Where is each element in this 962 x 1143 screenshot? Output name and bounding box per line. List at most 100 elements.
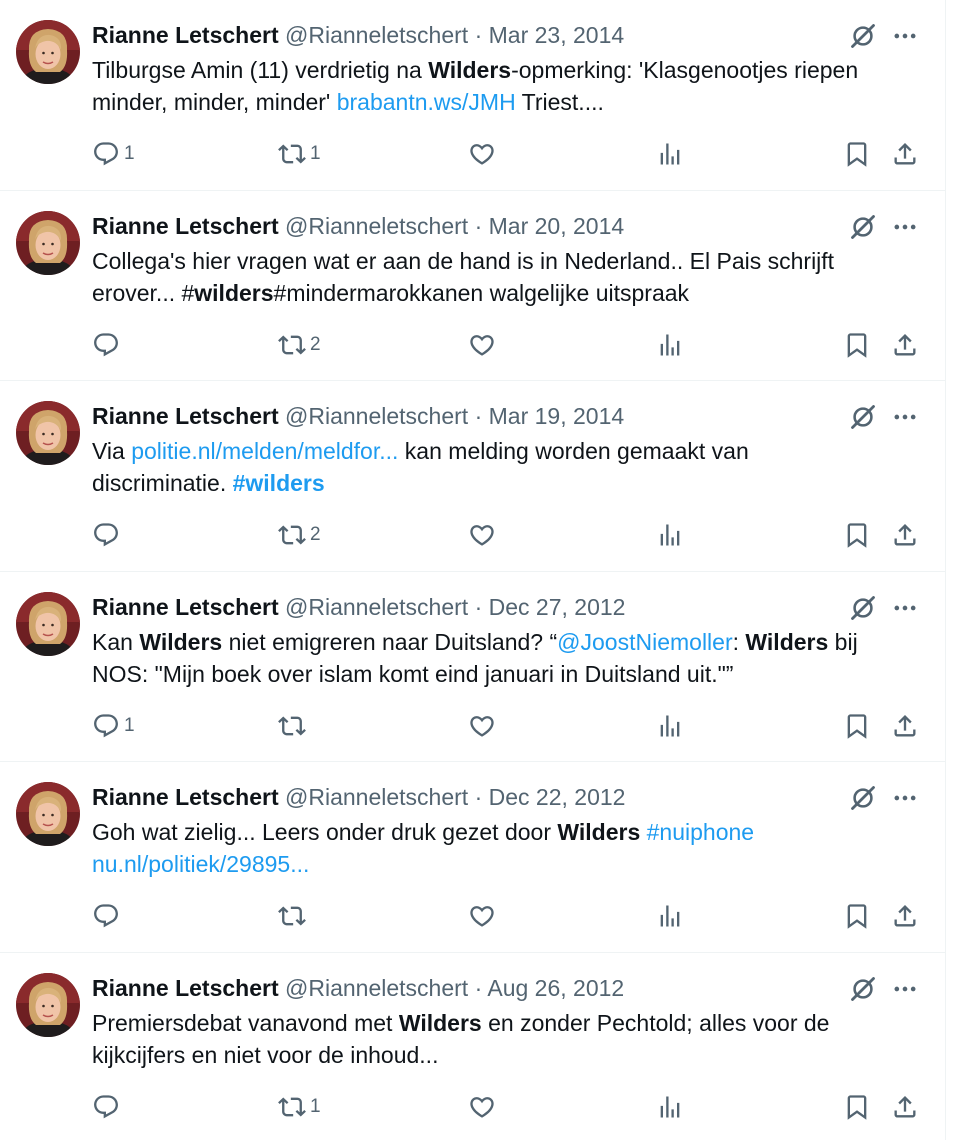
tweet-date[interactable]: Dec 22, 2012 bbox=[489, 784, 626, 810]
tweet-actions: 1 bbox=[0, 708, 946, 744]
share-icon bbox=[891, 712, 919, 740]
grok-icon[interactable] bbox=[849, 784, 877, 812]
tweet-date[interactable]: Mar 19, 2014 bbox=[489, 403, 625, 429]
share-icon bbox=[891, 902, 919, 930]
share-icon bbox=[891, 140, 919, 168]
retweet-button[interactable]: 2 bbox=[278, 327, 321, 363]
tweet-date[interactable]: Mar 20, 2014 bbox=[489, 213, 625, 239]
bookmark-button[interactable] bbox=[843, 517, 871, 553]
like-button[interactable] bbox=[468, 327, 496, 363]
mention-link[interactable]: @JoostNiemoller bbox=[557, 629, 732, 655]
like-button[interactable] bbox=[468, 517, 496, 553]
grok-icon[interactable] bbox=[849, 213, 877, 241]
tweet-actions: 2 bbox=[0, 517, 946, 553]
bookmark-button[interactable] bbox=[843, 1089, 871, 1125]
grok-icon[interactable] bbox=[849, 594, 877, 622]
author-handle[interactable]: @Rianneletschert bbox=[285, 784, 468, 810]
tweet-text: Collega's hier vragen wat er aan de hand… bbox=[92, 245, 922, 309]
tweet-date[interactable]: Aug 26, 2012 bbox=[487, 975, 624, 1001]
avatar[interactable] bbox=[16, 973, 80, 1037]
author-handle[interactable]: @Rianneletschert bbox=[285, 975, 468, 1001]
share-button[interactable] bbox=[891, 1089, 919, 1125]
tweet[interactable]: Rianne Letschert @Rianneletschert · Mar … bbox=[0, 381, 945, 572]
author-handle[interactable]: @Rianneletschert bbox=[285, 403, 468, 429]
tweet-date[interactable]: Dec 27, 2012 bbox=[489, 594, 626, 620]
more-icon[interactable] bbox=[890, 975, 920, 1003]
author-name[interactable]: Rianne Letschert bbox=[92, 22, 279, 48]
avatar[interactable] bbox=[16, 211, 80, 275]
more-icon[interactable] bbox=[890, 213, 920, 241]
views-button[interactable] bbox=[656, 136, 684, 172]
keyword: wilders bbox=[194, 280, 273, 306]
more-icon[interactable] bbox=[890, 594, 920, 622]
grok-icon[interactable] bbox=[849, 975, 877, 1003]
retweet-icon bbox=[278, 140, 306, 168]
bookmark-button[interactable] bbox=[843, 898, 871, 934]
retweet-button[interactable]: 1 bbox=[278, 136, 321, 172]
hashtag-link[interactable]: #wilders bbox=[233, 470, 325, 496]
more-icon[interactable] bbox=[890, 22, 920, 50]
retweet-icon bbox=[278, 1093, 306, 1121]
retweet-button[interactable] bbox=[278, 898, 310, 934]
separator: · bbox=[475, 403, 483, 429]
tweet-actions: 1 bbox=[0, 1089, 946, 1125]
reply-button[interactable] bbox=[92, 898, 124, 934]
author-name[interactable]: Rianne Letschert bbox=[92, 213, 279, 239]
author-handle[interactable]: @Rianneletschert bbox=[285, 22, 468, 48]
reply-button[interactable] bbox=[92, 327, 124, 363]
share-button[interactable] bbox=[891, 327, 919, 363]
like-button[interactable] bbox=[468, 708, 496, 744]
bookmark-button[interactable] bbox=[843, 136, 871, 172]
author-handle[interactable]: @Rianneletschert bbox=[285, 213, 468, 239]
share-button[interactable] bbox=[891, 136, 919, 172]
views-icon bbox=[656, 1093, 684, 1121]
grok-icon[interactable] bbox=[849, 22, 877, 50]
reply-button[interactable] bbox=[92, 517, 124, 553]
author-handle[interactable]: @Rianneletschert bbox=[285, 594, 468, 620]
views-button[interactable] bbox=[656, 708, 684, 744]
retweet-button[interactable] bbox=[278, 708, 310, 744]
share-button[interactable] bbox=[891, 898, 919, 934]
reply-button[interactable] bbox=[92, 1089, 124, 1125]
tweet-link[interactable]: nu.nl/politiek/29895... bbox=[92, 851, 309, 877]
reply-button[interactable]: 1 bbox=[92, 136, 135, 172]
author-name[interactable]: Rianne Letschert bbox=[92, 594, 279, 620]
tweet[interactable]: Rianne Letschert @Rianneletschert · Dec … bbox=[0, 762, 945, 953]
tweet-link[interactable]: politie.nl/melden/meldfor... bbox=[131, 438, 398, 464]
tweet-date[interactable]: Mar 23, 2014 bbox=[489, 22, 625, 48]
heart-icon bbox=[468, 331, 496, 359]
grok-icon[interactable] bbox=[849, 403, 877, 431]
like-button[interactable] bbox=[468, 136, 496, 172]
views-button[interactable] bbox=[656, 898, 684, 934]
share-button[interactable] bbox=[891, 517, 919, 553]
like-button[interactable] bbox=[468, 898, 496, 934]
hashtag-link[interactable]: #nuiphone bbox=[647, 819, 754, 845]
views-button[interactable] bbox=[656, 327, 684, 363]
views-button[interactable] bbox=[656, 517, 684, 553]
tweet[interactable]: Rianne Letschert @Rianneletschert · Aug … bbox=[0, 953, 945, 1143]
more-icon[interactable] bbox=[890, 784, 920, 812]
retweet-count: 2 bbox=[310, 524, 321, 546]
retweet-icon bbox=[278, 521, 306, 549]
bookmark-button[interactable] bbox=[843, 708, 871, 744]
author-name[interactable]: Rianne Letschert bbox=[92, 975, 279, 1001]
avatar[interactable] bbox=[16, 592, 80, 656]
like-button[interactable] bbox=[468, 1089, 496, 1125]
views-button[interactable] bbox=[656, 1089, 684, 1125]
retweet-button[interactable]: 2 bbox=[278, 517, 321, 553]
reply-button[interactable]: 1 bbox=[92, 708, 135, 744]
bookmark-button[interactable] bbox=[843, 327, 871, 363]
share-button[interactable] bbox=[891, 708, 919, 744]
retweet-button[interactable]: 1 bbox=[278, 1089, 321, 1125]
tweet[interactable]: Rianne Letschert @Rianneletschert · Mar … bbox=[0, 191, 945, 382]
tweet-header: Rianne Letschert @Rianneletschert · Mar … bbox=[92, 19, 905, 51]
avatar[interactable] bbox=[16, 782, 80, 846]
author-name[interactable]: Rianne Letschert bbox=[92, 403, 279, 429]
more-icon[interactable] bbox=[890, 403, 920, 431]
author-name[interactable]: Rianne Letschert bbox=[92, 784, 279, 810]
tweet[interactable]: Rianne Letschert @Rianneletschert · Mar … bbox=[0, 0, 945, 191]
avatar[interactable] bbox=[16, 20, 80, 84]
tweet-link[interactable]: brabantn.ws/JMH bbox=[337, 89, 516, 115]
tweet[interactable]: Rianne Letschert @Rianneletschert · Dec … bbox=[0, 572, 945, 763]
avatar[interactable] bbox=[16, 401, 80, 465]
